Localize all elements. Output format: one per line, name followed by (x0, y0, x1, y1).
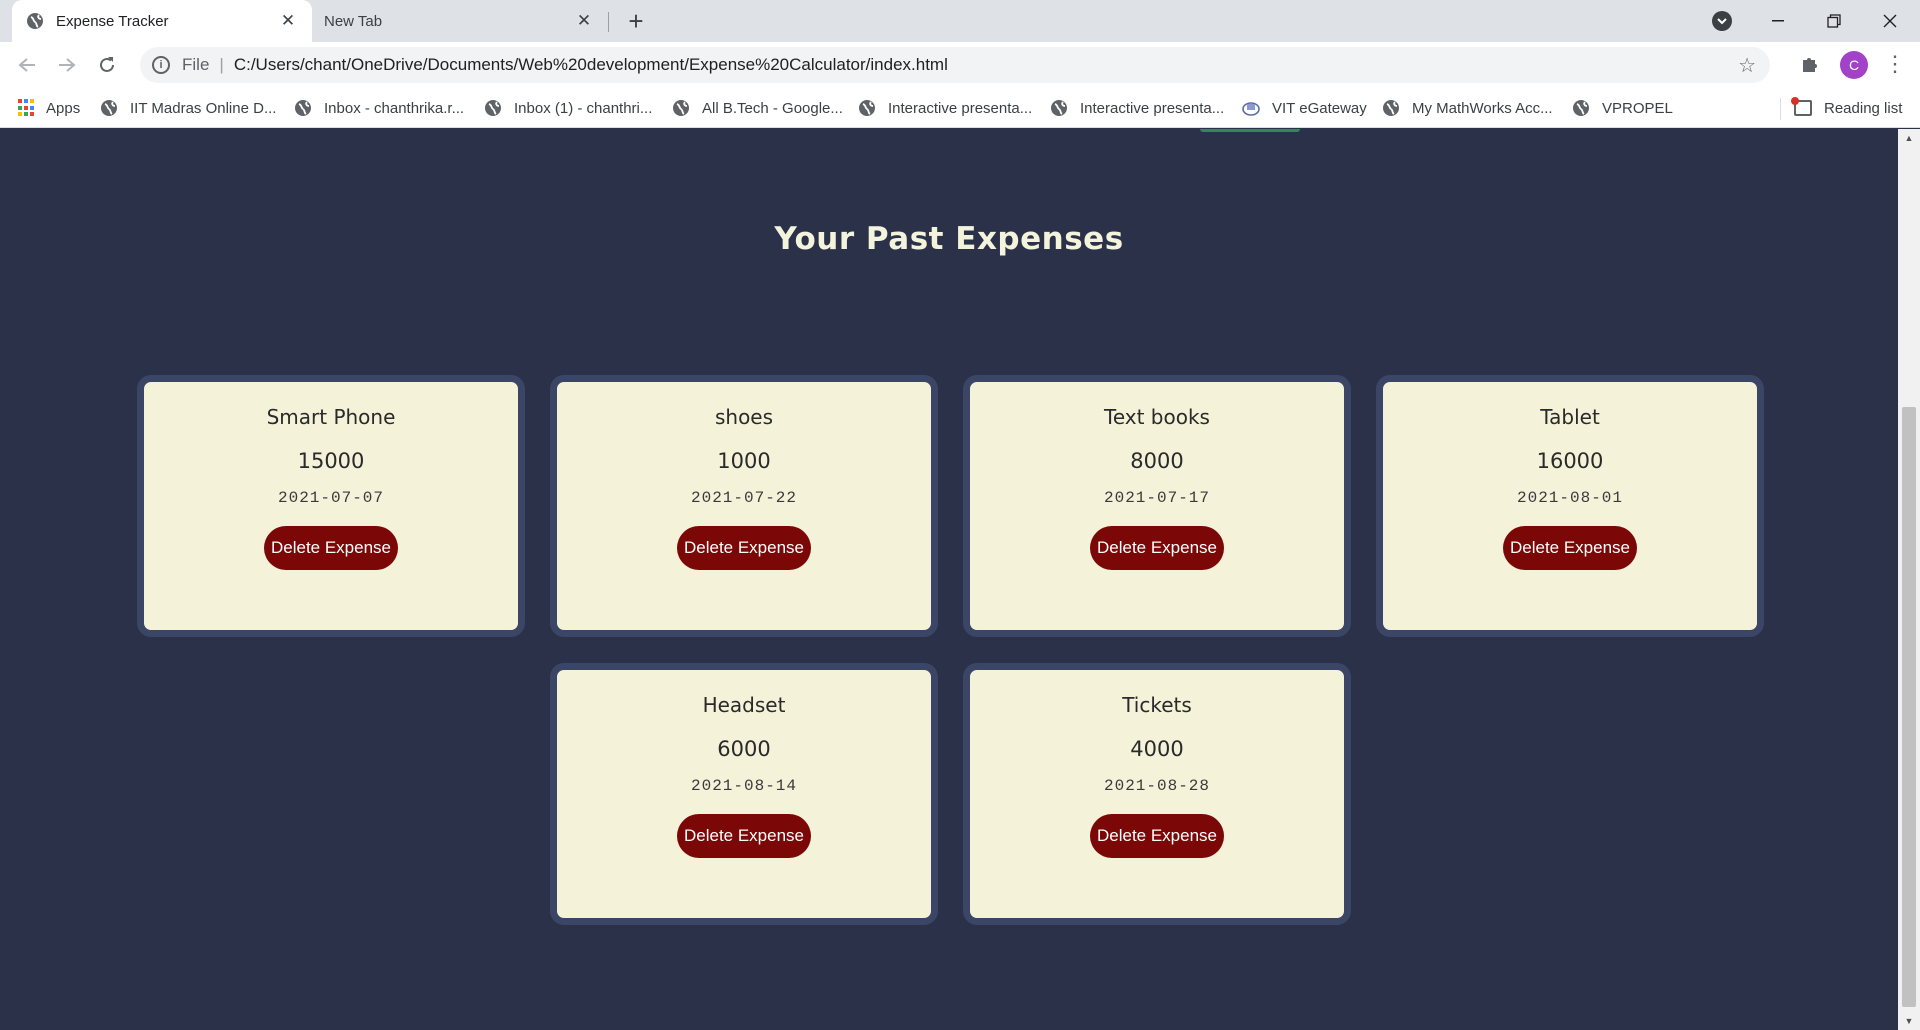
bookmark-label: IIT Madras Online D... (130, 99, 277, 117)
url-scheme: File (182, 55, 210, 74)
delete-expense-button[interactable]: Delete Expense (264, 526, 398, 570)
expense-amount: 6000 (717, 737, 771, 761)
bookmark-item[interactable]: VPROPEL (1572, 88, 1673, 128)
bookmark-item[interactable]: All B.Tech - Google... (672, 88, 843, 128)
scrollbar-thumb[interactable] (1902, 407, 1916, 1007)
expense-name: shoes (714, 405, 774, 429)
scroll-down-arrow-icon[interactable]: ▼ (1898, 1012, 1920, 1030)
bookmark-item[interactable]: VIT eGateway (1242, 88, 1367, 128)
close-tab-icon[interactable]: ✕ (572, 9, 596, 33)
vertical-scrollbar[interactable]: ▲ ▼ (1898, 129, 1920, 1030)
delete-expense-button[interactable]: Delete Expense (677, 526, 811, 570)
expense-amount: 4000 (1130, 737, 1184, 761)
bookmark-label: All B.Tech - Google... (702, 99, 843, 117)
bookmark-item[interactable]: Interactive presenta... (1050, 88, 1224, 128)
bookmark-label: VPROPEL (1602, 99, 1673, 117)
tab-strip: Expense Tracker ✕ New Tab ✕ + (0, 0, 1920, 42)
url-text[interactable]: C:/Users/chant/OneDrive/Documents/Web%20… (234, 55, 948, 75)
expense-card: Tickets 4000 2021-08-28 Delete Expense (963, 663, 1351, 925)
globe-icon (1383, 100, 1399, 116)
expense-name: Headset (702, 693, 786, 717)
expense-amount: 15000 (297, 449, 365, 473)
reading-list-label: Reading list (1824, 99, 1903, 117)
delete-expense-button[interactable]: Delete Expense (1090, 526, 1224, 570)
submit-button-edge[interactable] (1200, 129, 1300, 132)
expense-date: 2021-08-28 (1103, 777, 1210, 795)
tab-search-icon[interactable] (1712, 11, 1732, 31)
expense-name: Text books (1104, 405, 1210, 429)
close-window-icon[interactable] (1860, 0, 1920, 42)
expense-date: 2021-07-17 (1103, 489, 1210, 507)
reading-list-icon (1791, 97, 1812, 116)
expense-card: Headset 6000 2021-08-14 Delete Expense (550, 663, 938, 925)
restore-icon[interactable] (1804, 0, 1864, 42)
back-icon[interactable] (12, 50, 42, 80)
expense-name: Tablet (1540, 405, 1600, 429)
bookmark-item[interactable]: My MathWorks Acc... (1382, 88, 1553, 128)
bookmark-label: Inbox - chanthrika.r... (324, 99, 465, 117)
apps-grid-icon (18, 99, 36, 117)
globe-icon (295, 100, 311, 116)
delete-expense-button[interactable]: Delete Expense (1503, 526, 1637, 570)
bookmark-label: Apps (46, 99, 81, 117)
bookmark-item[interactable]: IIT Madras Online D... (100, 88, 276, 128)
site-info-icon[interactable]: i (152, 56, 170, 74)
page-title: Your Past Expenses (774, 221, 1124, 257)
expense-date: 2021-08-01 (1516, 489, 1623, 507)
bookmarks-bar: Apps IIT Madras Online D... Inbox - chan… (0, 88, 1920, 128)
expense-amount: 1000 (717, 449, 771, 473)
bookmark-apps[interactable]: Apps (18, 88, 80, 128)
globe-icon (101, 100, 117, 116)
expense-date: 2021-07-22 (690, 489, 797, 507)
bookmarks-divider (1780, 98, 1781, 120)
globe-icon (673, 100, 689, 116)
reload-icon[interactable] (92, 50, 122, 80)
bookmark-item[interactable]: Inbox - chanthrika.r... (294, 88, 464, 128)
tab-title: Expense Tracker (56, 12, 169, 30)
expense-name: Tickets (1122, 693, 1192, 717)
expense-card: Smart Phone 15000 2021-07-07 Delete Expe… (137, 375, 525, 637)
bookmark-label: Inbox (1) - chanthri... (514, 99, 653, 117)
globe-icon (859, 100, 875, 116)
globe-icon (27, 13, 43, 29)
browser-toolbar: i File | C:/Users/chant/OneDrive/Documen… (0, 42, 1920, 88)
browser-menu-icon[interactable]: ⋮ (1884, 50, 1906, 78)
address-bar[interactable]: i File | C:/Users/chant/OneDrive/Documen… (140, 47, 1770, 83)
expense-date: 2021-07-07 (277, 489, 384, 507)
globe-icon (485, 100, 501, 116)
delete-expense-button[interactable]: Delete Expense (677, 814, 811, 858)
delete-expense-button[interactable]: Delete Expense (1090, 814, 1224, 858)
expense-card: Tablet 16000 2021-08-01 Delete Expense (1376, 375, 1764, 637)
bookmark-label: VIT eGateway (1272, 99, 1367, 117)
tab-expense-tracker[interactable]: Expense Tracker ✕ (12, 0, 312, 42)
minimize-icon[interactable] (1748, 0, 1808, 42)
reading-list-button[interactable]: Reading list (1791, 88, 1903, 128)
expense-amount: 8000 (1130, 449, 1184, 473)
expense-card: Text books 8000 2021-07-17 Delete Expens… (963, 375, 1351, 637)
bookmark-item[interactable]: Inbox (1) - chanthri... (484, 88, 652, 128)
globe-icon (1051, 100, 1067, 116)
profile-avatar[interactable]: C (1840, 51, 1868, 79)
globe-icon (1573, 100, 1589, 116)
close-tab-icon[interactable]: ✕ (276, 9, 300, 33)
expense-amount: 16000 (1536, 449, 1604, 473)
expense-card: shoes 1000 2021-07-22 Delete Expense (550, 375, 938, 637)
expense-name: Smart Phone (266, 405, 396, 429)
expense-date: 2021-08-14 (690, 777, 797, 795)
page-viewport: Your Past Expenses Smart Phone 15000 202… (0, 129, 1898, 1030)
bookmark-label: Interactive presenta... (1080, 99, 1225, 117)
tab-separator (608, 12, 609, 32)
forward-icon[interactable] (52, 50, 82, 80)
extensions-puzzle-icon[interactable] (1800, 54, 1820, 80)
vit-logo-icon (1242, 102, 1260, 116)
scroll-up-arrow-icon[interactable]: ▲ (1898, 129, 1920, 147)
tab-new-tab[interactable]: New Tab ✕ (312, 0, 608, 42)
bookmark-star-icon[interactable]: ☆ (1738, 53, 1756, 78)
bookmark-item[interactable]: Interactive presenta... (858, 88, 1032, 128)
bookmark-label: My MathWorks Acc... (1412, 99, 1553, 117)
bookmark-label: Interactive presenta... (888, 99, 1033, 117)
tab-title: New Tab (324, 12, 383, 30)
url-divider: | (219, 55, 224, 74)
new-tab-button[interactable]: + (622, 6, 650, 36)
